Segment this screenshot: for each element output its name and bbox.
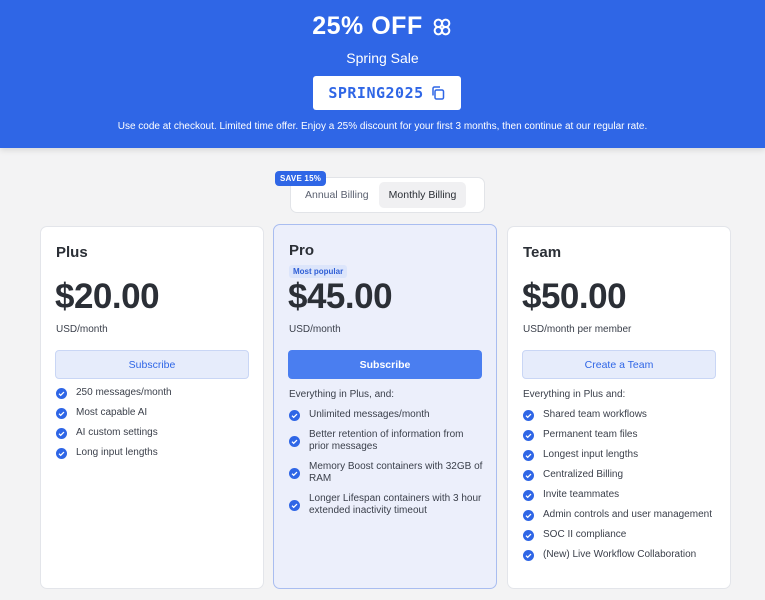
feature-text: SOC II compliance xyxy=(543,529,627,540)
feature-item: Admin controls and user management xyxy=(523,509,719,521)
check-icon xyxy=(523,489,534,501)
check-icon xyxy=(523,449,534,461)
feature-item: Invite teammates xyxy=(523,489,719,501)
save-badge: SAVE 15% xyxy=(275,171,327,186)
feature-list: 250 messages/month Most capable AI AI cu… xyxy=(56,387,252,459)
feature-item: Better retention of information from pri… xyxy=(289,429,485,453)
feature-item: Longer Lifespan containers with 3 hour e… xyxy=(289,493,485,517)
feature-text: Longer Lifespan containers with 3 hour e… xyxy=(309,493,482,516)
banner-note: Use code at checkout. Limited time offer… xyxy=(117,121,648,132)
feature-item: SOC II compliance xyxy=(523,529,719,541)
check-icon xyxy=(523,409,534,421)
feature-item: 250 messages/month xyxy=(56,387,252,399)
feature-text: Centralized Billing xyxy=(543,469,624,480)
feature-text: Invite teammates xyxy=(543,489,620,500)
monthly-billing-option[interactable]: Monthly Billing xyxy=(378,182,467,208)
promo-code: SPRING2025 xyxy=(328,84,424,102)
copy-icon[interactable] xyxy=(430,85,446,101)
check-icon xyxy=(523,469,534,481)
feature-item: Memory Boost containers with 32GB of RAM xyxy=(289,461,485,485)
feature-item: Permanent team files xyxy=(523,429,719,441)
check-icon xyxy=(523,529,534,541)
plan-intro: Everything in Plus, and: xyxy=(289,389,395,400)
feature-item: Shared team workflows xyxy=(523,409,719,421)
check-icon xyxy=(289,409,300,421)
feature-text: (New) Live Workflow Collaboration xyxy=(543,549,697,560)
feature-list: Unlimited messages/month Better retentio… xyxy=(289,409,485,517)
subscribe-button[interactable]: Subscribe xyxy=(55,350,249,379)
feature-text: 250 messages/month xyxy=(76,387,172,398)
plan-intro: Everything in Plus and: xyxy=(523,389,626,400)
feature-text: Most capable AI xyxy=(76,407,148,418)
check-icon xyxy=(56,407,67,419)
feature-item: (New) Live Workflow Collaboration xyxy=(523,549,719,561)
feature-text: Admin controls and user management xyxy=(543,509,712,520)
promo-banner: 25% OFF Spring Sale SPRING2025 Use code … xyxy=(0,0,765,148)
feature-item: Long input lengths xyxy=(56,447,252,459)
check-icon xyxy=(56,447,67,459)
banner-headline: 25% OFF xyxy=(0,12,765,41)
promo-code-box[interactable]: SPRING2025 xyxy=(313,76,461,110)
check-icon xyxy=(56,387,67,399)
subscribe-button[interactable]: Subscribe xyxy=(288,350,482,379)
plan-price: $50.00 xyxy=(522,277,627,316)
feature-text: Shared team workflows xyxy=(543,409,647,420)
banner-title: 25% OFF xyxy=(312,12,423,40)
plan-card-plus: Plus $20.00 USD/month Subscribe 250 mess… xyxy=(40,226,264,589)
feature-text: Unlimited messages/month xyxy=(309,409,430,420)
plan-name: Team xyxy=(523,244,562,261)
plan-period: USD/month xyxy=(56,324,108,335)
feature-text: Long input lengths xyxy=(76,447,158,458)
feature-list: Shared team workflows Permanent team fil… xyxy=(523,409,719,561)
check-icon xyxy=(289,435,300,447)
feature-item: AI custom settings xyxy=(56,427,252,439)
feature-item: Unlimited messages/month xyxy=(289,409,485,421)
plan-card-team: Team $50.00 USD/month per member Create … xyxy=(507,226,731,589)
check-icon xyxy=(523,429,534,441)
feature-text: Permanent team files xyxy=(543,429,638,440)
create-team-button[interactable]: Create a Team xyxy=(522,350,716,379)
check-icon xyxy=(56,427,67,439)
feature-text: Better retention of information from pri… xyxy=(309,429,464,452)
plan-name: Pro xyxy=(289,242,315,259)
feature-item: Most capable AI xyxy=(56,407,252,419)
plan-price: $45.00 xyxy=(288,277,393,316)
check-icon xyxy=(523,549,534,561)
plan-period: USD/month per member xyxy=(523,324,632,335)
plan-name: Plus xyxy=(56,244,88,261)
feature-text: Longest input lengths xyxy=(543,449,639,460)
feature-item: Longest input lengths xyxy=(523,449,719,461)
feature-text: AI custom settings xyxy=(76,427,158,438)
plan-period: USD/month xyxy=(289,324,341,335)
feature-item: Centralized Billing xyxy=(523,469,719,481)
banner-subtitle: Spring Sale xyxy=(346,50,419,66)
feature-text: Memory Boost containers with 32GB of RAM xyxy=(309,461,483,484)
plan-card-pro: Pro Most popular $45.00 USD/month Subscr… xyxy=(273,224,497,589)
check-icon xyxy=(289,467,300,479)
plan-price: $20.00 xyxy=(55,277,160,316)
clover-icon xyxy=(433,18,451,35)
check-icon xyxy=(523,509,534,521)
check-icon xyxy=(289,499,300,511)
